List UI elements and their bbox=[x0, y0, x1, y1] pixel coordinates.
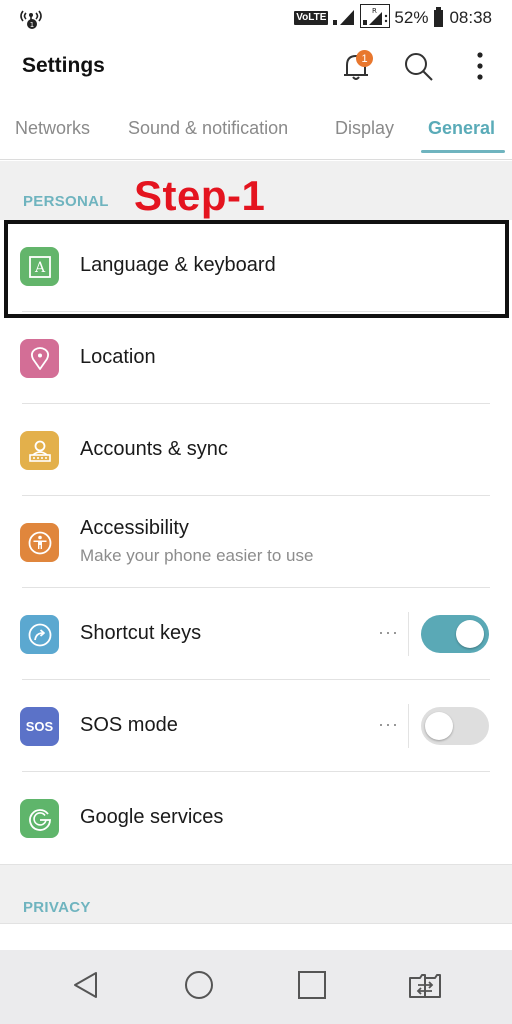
navigation-bar bbox=[0, 950, 512, 1024]
location-pin-icon bbox=[20, 339, 59, 378]
tab-bar: Networks Sound & notification Display Ge… bbox=[0, 98, 512, 160]
signal-icon bbox=[332, 6, 356, 31]
account-icon bbox=[20, 431, 59, 470]
back-icon bbox=[71, 970, 101, 1005]
page-title: Settings bbox=[22, 54, 105, 77]
tab-general[interactable]: General bbox=[428, 118, 495, 139]
list-item-google-services[interactable]: Google services bbox=[0, 772, 512, 864]
svg-text:A: A bbox=[33, 260, 45, 276]
section-header-privacy: PRIVACY bbox=[0, 864, 512, 924]
more-vert-icon bbox=[475, 51, 485, 86]
tab-sound-notification[interactable]: Sound & notification bbox=[128, 118, 288, 139]
shortcut-keys-toggle[interactable] bbox=[421, 615, 489, 653]
toggle-knob bbox=[425, 712, 453, 740]
sos-icon: SOS bbox=[20, 707, 59, 746]
google-icon bbox=[20, 799, 59, 838]
list-item-sos-mode[interactable]: SOS SOS mode ··· bbox=[0, 680, 512, 772]
more-settings-button[interactable]: ··· bbox=[378, 622, 399, 643]
item-label: Location bbox=[80, 346, 156, 368]
settings-list: A Language & keyboard Location Accounts … bbox=[0, 220, 512, 864]
notification-button[interactable]: 1 bbox=[336, 48, 376, 88]
section-label-privacy: PRIVACY bbox=[23, 899, 91, 916]
section-label-personal: PERSONAL bbox=[23, 193, 109, 210]
search-icon bbox=[401, 49, 435, 88]
wifi-calling-icon: 1 bbox=[18, 8, 44, 30]
item-subtitle: Make your phone easier to use bbox=[80, 546, 314, 565]
list-continuation bbox=[0, 924, 512, 950]
status-bar: 1 VoLTE R 52% 08:38 bbox=[0, 0, 512, 36]
list-item-location[interactable]: Location bbox=[0, 312, 512, 404]
list-item-language-keyboard[interactable]: A Language & keyboard bbox=[0, 220, 512, 312]
item-label: SOS mode bbox=[80, 714, 178, 736]
vertical-divider bbox=[408, 612, 409, 656]
notification-badge: 1 bbox=[356, 50, 373, 67]
list-item-accounts-sync[interactable]: Accounts & sync bbox=[0, 404, 512, 496]
more-options-button[interactable] bbox=[460, 48, 500, 88]
dual-window-button[interactable] bbox=[405, 967, 445, 1007]
item-label: Language & keyboard bbox=[80, 254, 276, 276]
sos-mode-toggle[interactable] bbox=[421, 707, 489, 745]
home-button[interactable] bbox=[179, 967, 219, 1007]
item-label: Google services bbox=[80, 806, 224, 828]
svg-text:R: R bbox=[372, 7, 377, 15]
home-icon bbox=[184, 970, 214, 1005]
item-label: Accounts & sync bbox=[80, 438, 228, 460]
list-item-shortcut-keys[interactable]: Shortcut keys ··· bbox=[0, 588, 512, 680]
clock: 08:38 bbox=[449, 8, 492, 27]
accessibility-icon bbox=[20, 523, 59, 562]
item-label: Accessibility bbox=[80, 517, 189, 539]
vertical-divider bbox=[408, 704, 409, 748]
language-keyboard-icon: A bbox=[20, 247, 59, 286]
list-item-accessibility[interactable]: Accessibility Make your phone easier to … bbox=[0, 496, 512, 588]
recents-button[interactable] bbox=[292, 967, 332, 1007]
more-settings-button[interactable]: ··· bbox=[378, 714, 399, 735]
tab-display[interactable]: Display bbox=[335, 118, 394, 139]
battery-percent: 52% bbox=[394, 8, 429, 27]
item-label: Shortcut keys bbox=[80, 622, 202, 644]
step-annotation: Step-1 bbox=[134, 172, 266, 219]
sos-icon-text: SOS bbox=[25, 719, 54, 734]
back-button[interactable] bbox=[66, 967, 106, 1007]
battery-icon bbox=[434, 6, 444, 27]
svg-text:1: 1 bbox=[30, 21, 34, 29]
dual-window-icon bbox=[408, 971, 442, 1004]
app-bar: Settings 1 bbox=[0, 36, 512, 98]
volte-indicator: VoLTE bbox=[294, 11, 329, 25]
toggle-knob bbox=[456, 620, 484, 648]
tab-networks[interactable]: Networks bbox=[15, 118, 90, 139]
shortcut-icon bbox=[20, 615, 59, 654]
recents-icon bbox=[297, 970, 327, 1005]
search-button[interactable] bbox=[398, 48, 438, 88]
signal-roaming-icon: R bbox=[360, 3, 391, 33]
active-tab-indicator bbox=[421, 150, 505, 153]
